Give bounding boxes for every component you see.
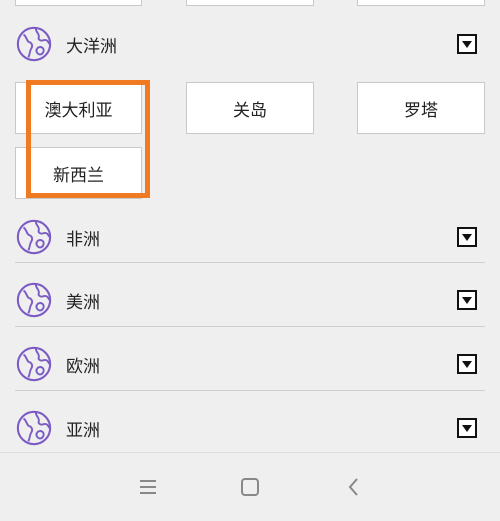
country-label: 关岛 <box>233 100 267 121</box>
country-card-clipped-3[interactable] <box>357 0 485 6</box>
dropdown-toggle-icon[interactable] <box>457 290 477 310</box>
region-row-americas[interactable]: 美洲 <box>15 278 485 322</box>
globe-icon <box>16 346 52 382</box>
highlight-box <box>26 80 150 198</box>
dropdown-toggle-icon[interactable] <box>457 418 477 438</box>
dropdown-toggle-icon[interactable] <box>457 227 477 247</box>
globe-icon <box>16 219 52 255</box>
system-nav-bar <box>0 452 500 521</box>
dropdown-toggle-icon[interactable] <box>457 34 477 54</box>
country-label: 罗塔 <box>404 100 438 121</box>
region-row-asia[interactable]: 亚洲 <box>15 406 485 450</box>
country-card-guam[interactable]: 关岛 <box>186 82 314 134</box>
globe-icon <box>16 282 52 318</box>
divider <box>15 262 485 263</box>
divider <box>15 390 485 391</box>
region-label: 亚洲 <box>66 420 100 441</box>
back-icon[interactable] <box>342 475 366 499</box>
region-label: 欧洲 <box>66 356 100 377</box>
region-label: 非洲 <box>66 229 100 250</box>
region-row-europe[interactable]: 欧洲 <box>15 342 485 386</box>
globe-icon <box>16 26 52 62</box>
country-card-clipped-1[interactable] <box>15 0 142 6</box>
menu-icon[interactable] <box>136 475 160 499</box>
region-label: 大洋洲 <box>66 36 117 57</box>
country-card-rota[interactable]: 罗塔 <box>357 82 485 134</box>
globe-icon <box>16 410 52 446</box>
region-label: 美洲 <box>66 292 100 313</box>
country-card-clipped-2[interactable] <box>186 0 314 6</box>
dropdown-toggle-icon[interactable] <box>457 354 477 374</box>
region-row-oceania[interactable]: 大洋洲 <box>15 22 485 66</box>
divider <box>15 326 485 327</box>
region-row-africa[interactable]: 非洲 <box>15 215 485 259</box>
home-icon[interactable] <box>238 475 262 499</box>
